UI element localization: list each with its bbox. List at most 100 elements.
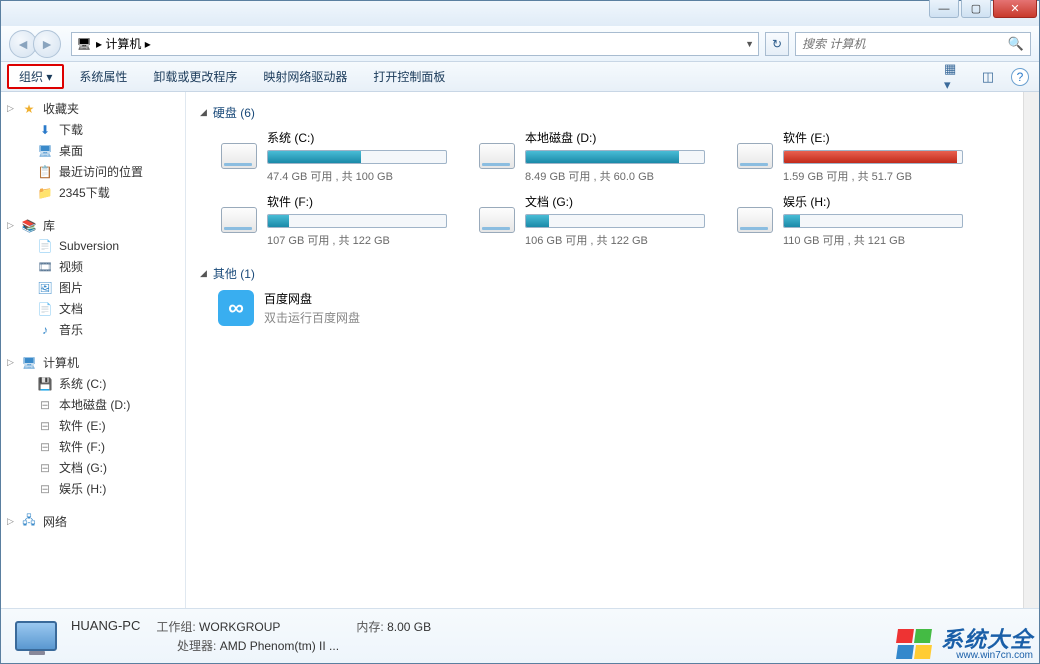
- details-pane: HUANG-PC 工作组: WORKGROUP 内存: 8.00 GB 处理器:…: [1, 608, 1039, 663]
- address-bar[interactable]: 🖥 ▸ 计算机 ▸ ▼: [71, 32, 759, 56]
- drive-item[interactable]: 本地磁盘 (D:)8.49 GB 可用 , 共 60.0 GB: [474, 129, 718, 183]
- search-icon: 🔍: [1008, 36, 1024, 52]
- item-icon: 📄: [37, 238, 53, 254]
- library-header[interactable]: ▷ 📚 库: [1, 215, 185, 236]
- baidu-icon: ∞: [218, 290, 254, 326]
- watermark: 系统大全 www.win7cn.com: [897, 629, 1033, 661]
- other-section-header[interactable]: ◢ 其他 (1): [200, 265, 1009, 282]
- drive-capacity-bar: [267, 150, 447, 164]
- sidebar-item[interactable]: 💾 系统 (C:): [1, 373, 185, 394]
- item-label: 视频: [59, 258, 83, 275]
- system-properties-button[interactable]: 系统属性: [68, 64, 138, 89]
- sidebar-item[interactable]: ⊟软件 (F:): [1, 436, 185, 457]
- baidu-name: 百度网盘: [264, 290, 360, 307]
- close-button[interactable]: ✕: [993, 0, 1037, 18]
- search-input[interactable]: [802, 37, 1008, 51]
- address-path: ▸ 计算机 ▸: [96, 35, 741, 52]
- explorer-window: — ▢ ✕ ◄ ► 🖥 ▸ 计算机 ▸ ▼ ↻ 🔍 组织 ▾ 系统属性 卸载或更…: [0, 0, 1040, 664]
- drive-capacity-text: 110 GB 可用 , 共 121 GB: [783, 232, 973, 248]
- item-icon: ⊟: [37, 481, 53, 497]
- uninstall-programs-button[interactable]: 卸载或更改程序: [142, 64, 248, 89]
- content-area: ◢ 硬盘 (6) 系统 (C:) 47.4 GB 可用 , 共 100 GB 本地磁…: [186, 92, 1023, 608]
- view-options-icon[interactable]: ▦ ▾: [943, 66, 965, 88]
- network-icon: 🖧: [21, 514, 37, 530]
- network-group: ▷ 🖧 网络: [1, 511, 185, 532]
- scrollbar[interactable]: [1023, 92, 1039, 608]
- nav-arrows: ◄ ►: [9, 30, 65, 58]
- item-label: Subversion: [59, 239, 119, 253]
- sidebar-item[interactable]: 🖼图片: [1, 277, 185, 298]
- sidebar-item[interactable]: 📄 Subversion: [1, 236, 185, 256]
- item-label: 音乐: [59, 321, 83, 338]
- sidebar-item[interactable]: ⊟软件 (E:): [1, 415, 185, 436]
- computer-group: ▷ 🖥 计算机 💾系统 (C:)⊟本地磁盘 (D:)⊟软件 (E:)⊟软件 (F…: [1, 352, 185, 499]
- address-dropdown-icon[interactable]: ▼: [745, 39, 754, 49]
- drive-name: 软件 (F:): [267, 193, 457, 210]
- drive-icon: [735, 200, 775, 240]
- drive-item[interactable]: 系统 (C:) 47.4 GB 可用 , 共 100 GB: [216, 129, 460, 183]
- forward-button[interactable]: ►: [33, 30, 61, 58]
- sidebar-item[interactable]: ♪音乐: [1, 319, 185, 340]
- network-header[interactable]: ▷ 🖧 网络: [1, 511, 185, 532]
- item-icon: ⊟: [37, 418, 53, 434]
- search-bar[interactable]: 🔍: [795, 32, 1031, 56]
- item-icon: 💾: [37, 376, 53, 392]
- item-label: 系统 (C:): [59, 375, 106, 392]
- item-icon: ⊟: [37, 460, 53, 476]
- sidebar-item[interactable]: 📋最近访问的位置: [1, 161, 185, 182]
- windows-flag-icon: [897, 629, 935, 661]
- library-group: ▷ 📚 库 📄 Subversion 🎞视频🖼图片📄文档♪音乐: [1, 215, 185, 340]
- drive-capacity-bar: [267, 214, 447, 228]
- favorites-header[interactable]: ▷ ★ 收藏夹: [1, 98, 185, 119]
- drive-item[interactable]: 软件 (E:)1.59 GB 可用 , 共 51.7 GB: [732, 129, 976, 183]
- drive-name: 系统 (C:): [267, 129, 457, 146]
- star-icon: ★: [21, 101, 37, 117]
- item-label: 最近访问的位置: [59, 163, 143, 180]
- baidu-netdisk-item[interactable]: ∞ 百度网盘 双击运行百度网盘: [218, 290, 1009, 326]
- hdd-section-header[interactable]: ◢ 硬盘 (6): [200, 104, 1009, 121]
- sidebar-item[interactable]: ⊟本地磁盘 (D:): [1, 394, 185, 415]
- organize-button[interactable]: 组织 ▾: [7, 64, 64, 89]
- computer-header[interactable]: ▷ 🖥 计算机: [1, 352, 185, 373]
- item-label: 文档 (G:): [59, 459, 107, 476]
- sidebar-item[interactable]: 🎞视频: [1, 256, 185, 277]
- drive-icon: [219, 200, 259, 240]
- maximize-button[interactable]: ▢: [961, 0, 991, 18]
- drive-item[interactable]: 娱乐 (H:) 110 GB 可用 , 共 121 GB: [732, 193, 976, 247]
- item-label: 文档: [59, 300, 83, 317]
- sidebar-item[interactable]: 🖥 桌面: [1, 140, 185, 161]
- drive-capacity-text: 107 GB 可用 , 共 122 GB: [267, 232, 457, 248]
- drive-item[interactable]: 文档 (G:)106 GB 可用 , 共 122 GB: [474, 193, 718, 247]
- collapse-icon: ◢: [200, 107, 207, 118]
- sidebar-item[interactable]: ⊟ 娱乐 (H:): [1, 478, 185, 499]
- refresh-button[interactable]: ↻: [765, 32, 789, 56]
- sidebar-item[interactable]: 📄文档: [1, 298, 185, 319]
- drive-capacity-bar: [525, 150, 705, 164]
- item-label: 娱乐 (H:): [59, 480, 106, 497]
- control-panel-button[interactable]: 打开控制面板: [362, 64, 456, 89]
- drive-capacity-text: 47.4 GB 可用 , 共 100 GB: [267, 168, 457, 184]
- minimize-button[interactable]: —: [929, 0, 959, 18]
- sidebar-item[interactable]: 📁2345下载: [1, 182, 185, 203]
- drive-capacity-text: 8.49 GB 可用 , 共 60.0 GB: [525, 168, 715, 184]
- refresh-icon: ↻: [772, 37, 782, 51]
- expand-icon: ▷: [7, 103, 14, 114]
- collapse-icon: ◢: [200, 268, 207, 279]
- baidu-sub: 双击运行百度网盘: [264, 309, 360, 326]
- sidebar-item[interactable]: ⊟ 文档 (G:): [1, 457, 185, 478]
- drive-name: 软件 (E:): [783, 129, 973, 146]
- item-label: 2345下载: [59, 184, 110, 201]
- help-icon[interactable]: ?: [1011, 68, 1029, 86]
- item-icon: ⊟: [37, 439, 53, 455]
- item-icon: 🖥: [37, 143, 53, 159]
- item-label: 本地磁盘 (D:): [59, 396, 130, 413]
- map-network-drive-button[interactable]: 映射网络驱动器: [252, 64, 358, 89]
- toolbar: 组织 ▾ 系统属性 卸载或更改程序 映射网络驱动器 打开控制面板 ▦ ▾ ◫ ?: [1, 62, 1039, 92]
- sidebar-item[interactable]: ⬇下载: [1, 119, 185, 140]
- drive-name: 娱乐 (H:): [783, 193, 973, 210]
- item-label: 桌面: [59, 142, 83, 159]
- computer-large-icon: [11, 616, 61, 656]
- drive-item[interactable]: 软件 (F:) 107 GB 可用 , 共 122 GB: [216, 193, 460, 247]
- drive-capacity-bar: [783, 214, 963, 228]
- preview-pane-icon[interactable]: ◫: [977, 66, 999, 88]
